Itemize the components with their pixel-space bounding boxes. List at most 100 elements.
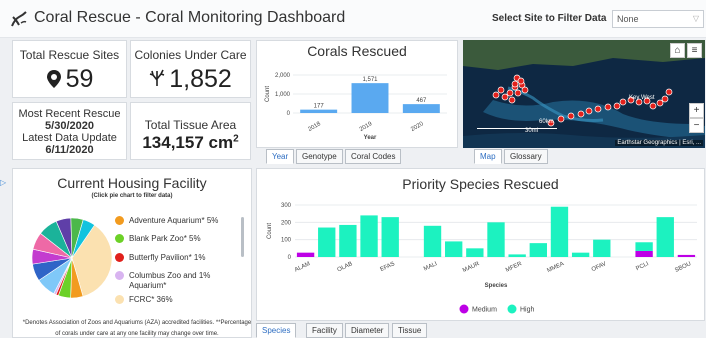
site-filter-select[interactable]: None ▽ [612, 10, 704, 28]
site-point[interactable] [619, 98, 627, 106]
colonies-value-row: 1,852 [131, 65, 250, 94]
scale-mi: 30mi [525, 128, 539, 134]
tab-glossary[interactable]: Glossary [504, 149, 548, 164]
tab-year[interactable]: Year [266, 149, 295, 164]
priority-species-chart[interactable]: 0 100 200 300 ALAM OLAB EFAS MALI MAUR MFER MMEA OF… [257, 195, 704, 321]
zoom-in-button[interactable]: + [689, 103, 704, 118]
bar-high[interactable] [339, 224, 357, 257]
site-point[interactable] [501, 93, 509, 101]
site-point[interactable] [508, 96, 516, 104]
housing-title: Current Housing Facility [57, 175, 207, 191]
zoom-out-button[interactable]: − [689, 118, 704, 133]
tab-tissue[interactable]: Tissue [392, 323, 428, 338]
legend-label: Columbus Zoo and 1% [129, 271, 211, 280]
bar-high[interactable] [466, 248, 484, 257]
bar-high[interactable] [381, 217, 399, 257]
bar-high[interactable] [360, 215, 378, 257]
site-point[interactable] [577, 110, 585, 118]
corals-rescued-chart[interactable]: 0 1,000 2,000 177 2018 1,571 2019 467 2020 Year Co… [257, 61, 457, 147]
y-tick-label: 1,000 [275, 92, 291, 98]
y-tick-label: 0 [287, 111, 291, 117]
bar-medium[interactable] [677, 254, 696, 257]
bar-high[interactable] [635, 242, 653, 251]
data-label: 177 [314, 104, 325, 110]
legend-swatch [115, 271, 124, 280]
layer-list-icon[interactable]: ≡ [687, 43, 702, 58]
recent-rescue-title: Most Recent Rescue [18, 108, 121, 120]
x-tick-label: MAUR [462, 261, 481, 274]
legend-swatch-high [507, 304, 517, 314]
home-icon[interactable]: ⌂ [670, 43, 685, 58]
legend-item[interactable]: Adventure Aquarium* 5% [115, 216, 218, 225]
legend-scrollbar[interactable] [241, 217, 244, 257]
legend-swatch [115, 253, 124, 262]
bar-high[interactable] [571, 252, 590, 257]
legend-item[interactable]: Columbus Zoo and 1% Aquarium* [115, 271, 211, 291]
legend-item[interactable]: FCRC* 36% [115, 295, 173, 304]
housing-subtitle: (Click pie chart to filter data) [91, 193, 173, 199]
bar-high[interactable] [487, 222, 505, 257]
tab-genotype[interactable]: Genotype [296, 149, 343, 164]
site-point[interactable] [585, 107, 593, 115]
legend-item[interactable]: Butterfly Pavilion* 1% [115, 253, 205, 262]
site-point[interactable] [521, 86, 529, 94]
legend-label-high: High [520, 307, 535, 314]
site-point[interactable] [557, 115, 565, 123]
rescue-sites-map[interactable]: Key West 60km 30mi Earthstar Geographics… [463, 40, 705, 148]
x-tick-label: ALAM [294, 261, 311, 273]
tab-diameter[interactable]: Diameter [345, 323, 390, 338]
bar[interactable] [402, 104, 440, 113]
tissue-area-card: Total Tissue Area 134,157 cm2 [130, 102, 251, 160]
site-point[interactable] [613, 102, 621, 110]
scale-km: 60km [539, 119, 554, 125]
bar-high[interactable] [656, 217, 674, 257]
site-point[interactable] [511, 80, 519, 88]
legend-item[interactable]: Blank Park Zoo* 5% [115, 234, 201, 243]
bar-high[interactable] [318, 227, 336, 257]
rescue-sites-title: Total Rescue Sites [19, 48, 120, 62]
latest-update-date: 6/11/2020 [45, 144, 94, 156]
site-point[interactable] [514, 89, 522, 97]
tab-coral-codes[interactable]: Coral Codes [345, 149, 402, 164]
data-label: 1,571 [362, 77, 378, 83]
y-axis-label: Count [265, 86, 271, 102]
site-point[interactable] [492, 91, 500, 99]
bar[interactable] [351, 83, 389, 113]
bar-medium[interactable] [296, 252, 315, 257]
recent-rescue-date: 5/30/2020 [45, 120, 94, 132]
site-point[interactable] [506, 89, 514, 97]
bar-high[interactable] [593, 239, 611, 257]
data-label: 467 [416, 98, 427, 104]
tab-species[interactable]: Species [256, 323, 297, 338]
site-point[interactable] [649, 102, 657, 110]
bar-high[interactable] [529, 243, 547, 257]
bar-high[interactable] [423, 225, 442, 257]
legend-swatch-medium [459, 304, 469, 314]
site-point[interactable] [567, 112, 575, 120]
rescue-sites-card: Total Rescue Sites 59 [12, 40, 127, 98]
priority-species-panel: Priority Species Rescued 0 100 200 300 ALAM O… [256, 168, 705, 321]
site-point[interactable] [594, 105, 602, 113]
bar[interactable] [300, 109, 338, 113]
tab-map[interactable]: Map [474, 149, 502, 164]
site-point[interactable] [497, 86, 505, 94]
bar-high[interactable] [508, 254, 526, 257]
x-tick-label: EFAS [379, 261, 395, 273]
bar-high[interactable] [445, 241, 463, 257]
y-tick-label: 100 [281, 238, 292, 244]
coral-icon [149, 69, 165, 86]
bar-high[interactable] [550, 206, 569, 257]
tab-facility[interactable]: Facility [306, 323, 343, 338]
corals-rescued-title: Corals Rescued [307, 43, 407, 59]
legend-label: FCRC* 36% [129, 295, 173, 304]
bar-medium[interactable] [635, 250, 653, 257]
site-point[interactable] [517, 77, 525, 85]
site-point[interactable] [604, 103, 612, 111]
rescue-sites-value: 59 [65, 65, 94, 93]
site-point[interactable] [665, 88, 673, 96]
site-point[interactable] [661, 95, 669, 103]
y-tick-label: 0 [288, 255, 292, 261]
site-point[interactable] [656, 99, 664, 107]
housing-footnote-line2: of corals under care at any one facility… [55, 331, 219, 337]
side-panel-toggle[interactable]: ▷ [0, 178, 7, 192]
